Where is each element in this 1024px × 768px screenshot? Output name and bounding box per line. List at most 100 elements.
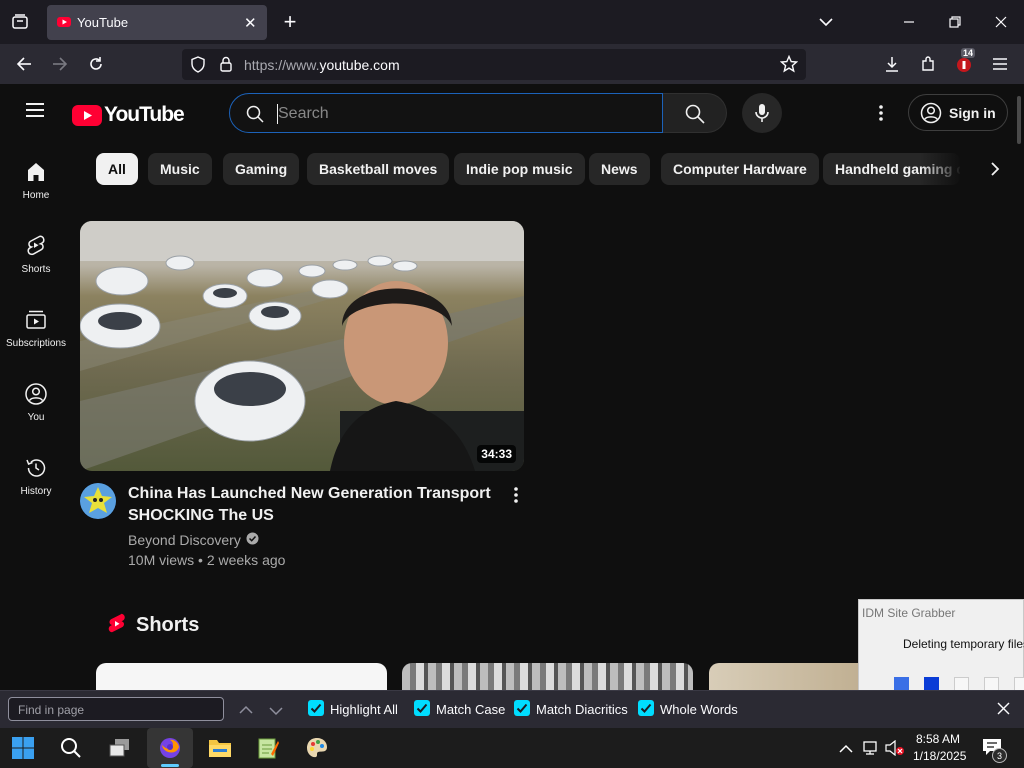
taskbar-file-explorer[interactable] bbox=[197, 728, 243, 768]
video-duration: 34:33 bbox=[477, 445, 516, 463]
video-title[interactable]: China Has Launched New Generation Transp… bbox=[128, 483, 498, 527]
history-icon bbox=[26, 459, 46, 477]
close-window-icon[interactable] bbox=[987, 8, 1015, 36]
notification-count-badge: 3 bbox=[992, 748, 1007, 763]
minimize-icon[interactable] bbox=[895, 8, 923, 36]
match-diacritics-checkbox[interactable] bbox=[514, 700, 530, 716]
channel-avatar[interactable] bbox=[80, 483, 116, 519]
url-bar[interactable]: https://www.youtube.com bbox=[182, 49, 806, 80]
clock-date[interactable]: 1/18/2025 bbox=[913, 749, 966, 763]
find-in-page-input[interactable]: Find in page bbox=[8, 697, 224, 721]
taskbar-search-button[interactable] bbox=[48, 728, 94, 768]
highlight-all-checkbox[interactable] bbox=[308, 700, 324, 716]
youtube-favicon-icon bbox=[57, 15, 71, 34]
chip-computer-hardware[interactable]: Computer Hardware bbox=[661, 153, 819, 185]
find-in-page-bar: Find in page Highlight All Match Case Ma… bbox=[0, 690, 1024, 728]
short-card[interactable] bbox=[96, 663, 387, 690]
chevron-down-icon[interactable] bbox=[812, 8, 840, 36]
sidebar-item-subscriptions[interactable]: Subscriptions bbox=[0, 308, 72, 374]
windows-taskbar: 8:58 AM 1/18/2025 3 bbox=[0, 728, 1024, 768]
reload-icon[interactable] bbox=[82, 50, 110, 78]
sidebar-item-history[interactable]: History bbox=[0, 456, 72, 522]
youtube-play-logo-icon bbox=[72, 104, 102, 126]
volume-muted-icon[interactable] bbox=[885, 739, 905, 761]
back-icon[interactable] bbox=[10, 50, 38, 78]
chip-gaming[interactable]: Gaming bbox=[223, 153, 300, 185]
start-button[interactable] bbox=[0, 728, 46, 768]
guide-menu-icon[interactable] bbox=[24, 101, 46, 124]
short-card[interactable] bbox=[402, 663, 693, 690]
channel-name[interactable]: Beyond Discovery bbox=[128, 532, 241, 548]
verified-badge-icon bbox=[246, 532, 259, 548]
highlight-all-label[interactable]: Highlight All bbox=[330, 702, 398, 717]
view-count: 10M views bbox=[128, 552, 195, 568]
close-tab-icon[interactable]: ✕ bbox=[244, 14, 257, 32]
sidebar-item-home[interactable]: Home bbox=[0, 160, 72, 226]
match-case-label[interactable]: Match Case bbox=[436, 702, 505, 717]
app-menu-icon[interactable] bbox=[986, 50, 1014, 78]
account-circle-icon bbox=[920, 102, 942, 129]
search-placeholder: Search bbox=[278, 105, 329, 122]
shield-icon[interactable] bbox=[190, 56, 206, 78]
restore-icon[interactable] bbox=[941, 8, 969, 36]
firefox-icon bbox=[160, 738, 180, 758]
sidebar-item-label: Subscriptions bbox=[5, 338, 67, 349]
search-icon bbox=[61, 738, 81, 758]
whole-words-label[interactable]: Whole Words bbox=[660, 702, 738, 717]
find-previous-icon[interactable] bbox=[239, 702, 253, 720]
page-scrollbar[interactable] bbox=[1017, 96, 1021, 144]
sidebar-item-label: You bbox=[27, 412, 45, 423]
taskbar-notepad-plus[interactable] bbox=[245, 728, 291, 768]
chip-all[interactable]: All bbox=[96, 153, 138, 185]
subscriptions-icon bbox=[26, 310, 46, 329]
sidebar-item-shorts[interactable]: Shorts bbox=[0, 234, 72, 300]
show-hidden-icons-chevron-icon[interactable] bbox=[839, 741, 853, 759]
chip-basketball-moves[interactable]: Basketball moves bbox=[307, 153, 450, 185]
match-diacritics-label[interactable]: Match Diacritics bbox=[536, 702, 628, 717]
youtube-logo[interactable]: YouTube bbox=[72, 103, 185, 127]
match-case-checkbox[interactable] bbox=[414, 700, 430, 716]
clock-time[interactable]: 8:58 AM bbox=[916, 732, 960, 746]
new-tab-icon[interactable]: + bbox=[276, 8, 304, 36]
extensions-puzzle-icon[interactable] bbox=[914, 50, 942, 78]
whole-words-checkbox[interactable] bbox=[638, 700, 654, 716]
lock-icon[interactable] bbox=[219, 56, 233, 77]
chevron-right-icon[interactable] bbox=[982, 157, 1008, 181]
downloads-icon[interactable] bbox=[878, 50, 906, 78]
idm-extension-icon[interactable]: 14 bbox=[950, 48, 978, 78]
search-button[interactable] bbox=[663, 93, 727, 133]
sign-in-button[interactable]: Sign in bbox=[908, 94, 1008, 131]
upload-age: 2 weeks ago bbox=[206, 552, 286, 568]
thumbnail-image bbox=[80, 221, 524, 471]
search-icon bbox=[246, 105, 264, 128]
voice-search-button[interactable] bbox=[742, 93, 782, 133]
forward-icon[interactable] bbox=[46, 50, 74, 78]
channel-row: Beyond Discovery bbox=[128, 532, 259, 548]
video-more-actions-icon[interactable] bbox=[510, 486, 522, 509]
sidebar-item-you[interactable]: You bbox=[0, 382, 72, 448]
short-card[interactable] bbox=[709, 663, 869, 690]
bookmark-star-icon[interactable] bbox=[779, 54, 799, 78]
network-icon[interactable] bbox=[863, 740, 881, 761]
close-find-bar-icon[interactable] bbox=[997, 702, 1010, 720]
idm-dialog-title: IDM Site Grabber bbox=[862, 606, 956, 620]
search-input[interactable]: Search bbox=[229, 93, 663, 133]
windows-logo-icon bbox=[12, 737, 34, 759]
video-thumbnail[interactable]: 34:33 bbox=[80, 221, 524, 471]
settings-more-icon[interactable] bbox=[874, 103, 888, 128]
taskbar-firefox[interactable] bbox=[147, 728, 193, 768]
list-all-tabs-icon[interactable] bbox=[6, 8, 34, 36]
tab-youtube[interactable]: YouTube ✕ bbox=[47, 5, 267, 40]
you-icon bbox=[25, 383, 47, 405]
sign-in-label: Sign in bbox=[949, 105, 996, 121]
find-next-icon[interactable] bbox=[269, 703, 283, 721]
folder-icon bbox=[209, 740, 231, 757]
find-placeholder: Find in page bbox=[18, 703, 85, 717]
chip-indie-pop-music[interactable]: Indie pop music bbox=[454, 153, 585, 185]
chip-news[interactable]: News bbox=[589, 153, 650, 185]
url-text[interactable]: https://www.youtube.com bbox=[244, 57, 400, 73]
channel-avatar-image bbox=[80, 483, 116, 519]
task-view-button[interactable] bbox=[97, 728, 143, 768]
chip-music[interactable]: Music bbox=[148, 153, 212, 185]
taskbar-paint[interactable] bbox=[294, 728, 340, 768]
